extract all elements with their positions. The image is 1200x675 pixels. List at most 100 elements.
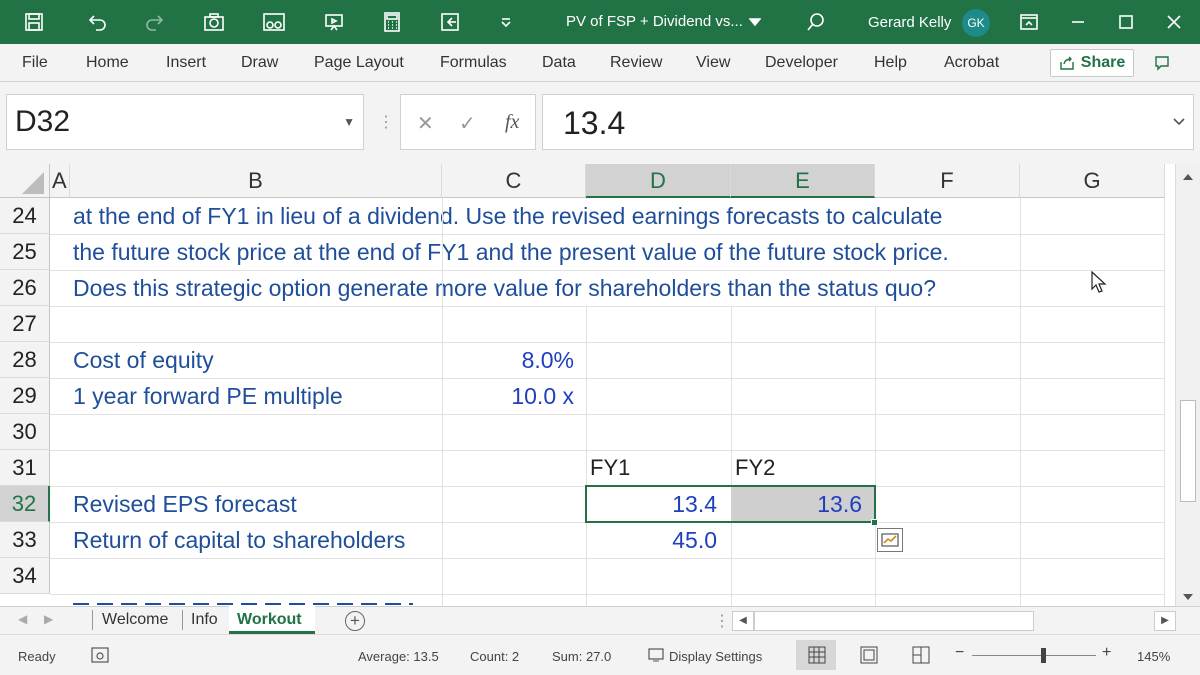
insert-function-icon[interactable]: fx: [505, 111, 519, 134]
redo-icon[interactable]: [140, 8, 168, 36]
cell-c28[interactable]: 8.0%: [442, 342, 574, 378]
row-header[interactable]: 24: [0, 198, 50, 234]
column-header-b[interactable]: B: [70, 164, 442, 198]
enter-icon[interactable]: ✓: [459, 111, 476, 136]
name-box-dropdown-icon[interactable]: ▼: [343, 95, 355, 149]
zoom-slider-thumb[interactable]: [1041, 648, 1046, 663]
row-header[interactable]: 34: [0, 558, 50, 594]
accessibility-icon[interactable]: [90, 646, 110, 667]
tab-insert[interactable]: Insert: [166, 54, 206, 72]
tab-split-handle-icon[interactable]: ⋮: [714, 611, 730, 631]
sheet-tab-info[interactable]: Info: [191, 607, 218, 633]
next-sheet-icon[interactable]: ▶: [44, 612, 53, 626]
row-header[interactable]: 33: [0, 522, 50, 558]
ribbon-display-options-icon[interactable]: [1015, 8, 1043, 36]
name-box[interactable]: D32 ▼: [6, 94, 364, 150]
row-header[interactable]: 32: [0, 486, 50, 522]
worksheet-grid[interactable]: A B C D E F G 24 25 26 27 28 29 30 31 32…: [0, 164, 1200, 606]
tab-acrobat[interactable]: Acrobat: [944, 54, 999, 72]
glasses-icon[interactable]: [260, 8, 288, 36]
display-settings-icon[interactable]: [648, 647, 666, 666]
status-count[interactable]: Count: 2: [470, 649, 519, 664]
cell-e32[interactable]: 13.6: [731, 486, 862, 522]
cell-b33[interactable]: Return of capital to shareholders: [73, 522, 405, 558]
zoom-in-icon[interactable]: +: [1102, 644, 1111, 662]
camera-icon[interactable]: [200, 8, 228, 36]
tab-page-layout[interactable]: Page Layout: [314, 54, 404, 72]
status-average[interactable]: Average: 13.5: [358, 649, 439, 664]
prev-sheet-icon[interactable]: ◀: [18, 612, 27, 626]
row-header[interactable]: 30: [0, 414, 50, 450]
row-header[interactable]: 29: [0, 378, 50, 414]
calculator-icon[interactable]: [378, 8, 406, 36]
sheet-tab-workout[interactable]: Workout: [237, 607, 302, 633]
cell-d31[interactable]: FY1: [590, 450, 630, 486]
cell-b28[interactable]: Cost of equity: [73, 342, 214, 378]
close-icon[interactable]: [1160, 8, 1188, 36]
cell-d33[interactable]: 45.0: [586, 522, 717, 558]
tab-file[interactable]: File: [22, 54, 48, 72]
row-header[interactable]: 31: [0, 450, 50, 486]
column-header-g[interactable]: G: [1020, 164, 1165, 198]
sheet-tab-welcome[interactable]: Welcome: [102, 607, 168, 633]
share-button[interactable]: Share: [1050, 49, 1134, 77]
vertical-scrollbar[interactable]: [1175, 164, 1200, 606]
undo-icon[interactable]: [84, 8, 112, 36]
quick-analysis-icon[interactable]: [877, 528, 903, 552]
tab-developer[interactable]: Developer: [765, 54, 838, 72]
tab-data[interactable]: Data: [542, 54, 576, 72]
expand-formula-bar-icon[interactable]: [1172, 114, 1186, 132]
page-break-view-icon[interactable]: [912, 646, 930, 667]
present-icon[interactable]: [320, 8, 348, 36]
comments-button[interactable]: [1148, 50, 1176, 76]
tab-view[interactable]: View: [696, 54, 730, 72]
column-header-d[interactable]: D: [586, 164, 731, 198]
cell-b32[interactable]: Revised EPS forecast: [73, 486, 297, 522]
cell-e31[interactable]: FY2: [735, 450, 775, 486]
page-layout-view-icon[interactable]: [860, 646, 878, 667]
save-icon[interactable]: [20, 8, 48, 36]
scroll-up-icon[interactable]: [1181, 170, 1195, 188]
fill-handle[interactable]: [871, 519, 878, 526]
scroll-thumb[interactable]: [1180, 400, 1196, 502]
row-header[interactable]: 26: [0, 270, 50, 306]
tab-review[interactable]: Review: [610, 54, 662, 72]
scroll-right-icon[interactable]: ▶: [1154, 611, 1176, 631]
cell-b24[interactable]: at the end of FY1 in lieu of a dividend.…: [73, 198, 942, 234]
horizontal-scroll-thumb[interactable]: [754, 611, 1034, 631]
tab-help[interactable]: Help: [874, 54, 907, 72]
cell-b29[interactable]: 1 year forward PE multiple: [73, 378, 343, 414]
search-icon[interactable]: [802, 8, 830, 36]
customize-toolbar-icon[interactable]: [492, 8, 520, 36]
column-header-e[interactable]: E: [731, 164, 875, 198]
row-header[interactable]: 28: [0, 342, 50, 378]
exit-icon[interactable]: [436, 8, 464, 36]
maximize-icon[interactable]: [1112, 8, 1140, 36]
row-header[interactable]: 25: [0, 234, 50, 270]
tab-formulas[interactable]: Formulas: [440, 54, 507, 72]
column-header-a[interactable]: A: [50, 164, 70, 198]
more-options-icon[interactable]: ⋮: [378, 112, 394, 132]
scroll-left-icon[interactable]: ◀: [732, 611, 754, 631]
add-sheet-icon[interactable]: +: [345, 611, 365, 631]
normal-view-icon[interactable]: [808, 646, 826, 667]
zoom-slider-track[interactable]: [972, 655, 1096, 656]
cell-c29[interactable]: 10.0 x: [442, 378, 574, 414]
row-header[interactable]: 27: [0, 306, 50, 342]
status-sum[interactable]: Sum: 27.0: [552, 649, 611, 664]
cell-b26[interactable]: Does this strategic option generate more…: [73, 270, 936, 306]
column-header-f[interactable]: F: [875, 164, 1020, 198]
tab-draw[interactable]: Draw: [241, 54, 278, 72]
document-title[interactable]: PV of FSP + Dividend vs...: [566, 13, 743, 30]
cell-b25[interactable]: the future stock price at the end of FY1…: [73, 234, 949, 270]
select-all-corner[interactable]: [0, 164, 50, 198]
zoom-out-icon[interactable]: −: [955, 644, 964, 662]
avatar[interactable]: GK: [962, 9, 990, 37]
user-name[interactable]: Gerard Kelly: [868, 14, 951, 31]
minimize-icon[interactable]: [1064, 8, 1092, 36]
cell-d32[interactable]: 13.4: [586, 486, 717, 522]
display-settings-label[interactable]: Display Settings: [669, 649, 762, 664]
tab-home[interactable]: Home: [86, 54, 129, 72]
zoom-level[interactable]: 145%: [1137, 649, 1170, 664]
title-dropdown-icon[interactable]: [741, 8, 769, 36]
